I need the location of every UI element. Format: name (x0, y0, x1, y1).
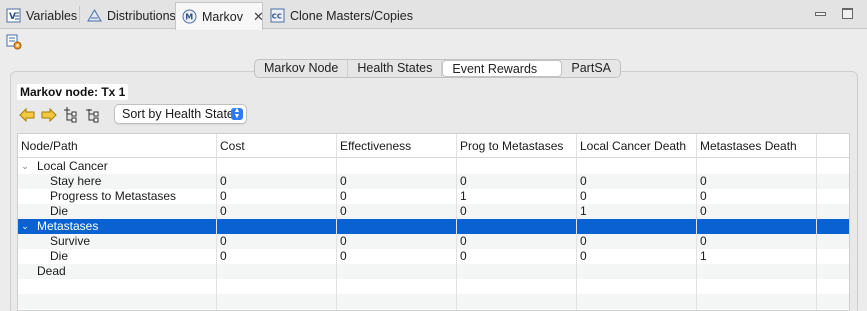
table-row[interactable]: Die 0 0 0 1 0 (18, 204, 849, 219)
tab-label: Variables (26, 8, 78, 23)
chevron-down-icon[interactable]: ⌄ (20, 159, 30, 174)
forward-arrow-icon[interactable] (40, 106, 57, 123)
column-divider (576, 134, 577, 310)
segment-event-rewards[interactable]: Event Rewards (442, 60, 563, 77)
node-path-cell: Die (50, 204, 69, 218)
reward-cell[interactable]: 0 (697, 204, 707, 219)
segment-health-states[interactable]: Health States (348, 60, 443, 77)
tab-label: Distributions (107, 8, 176, 23)
reward-cell[interactable]: 0 (217, 234, 227, 249)
node-path-cell: Dead (37, 264, 66, 278)
column-header[interactable]: Cost (217, 134, 245, 158)
close-icon[interactable]: ✕ (253, 9, 264, 25)
table-row[interactable]: Progress to Metastases 0 0 1 0 0 (18, 189, 849, 204)
reward-cell[interactable]: 0 (577, 189, 587, 204)
tab-variables[interactable]: V Variables (0, 2, 83, 29)
reward-cell[interactable]: 0 (697, 234, 707, 249)
column-divider (696, 134, 697, 310)
column-header[interactable]: Metastases Death (697, 134, 797, 158)
reward-cell[interactable]: 0 (577, 234, 587, 249)
reward-cell[interactable]: 0 (457, 174, 467, 189)
sort-select-value: Sort by Health State (122, 107, 234, 121)
reward-cell[interactable]: 1 (697, 249, 707, 264)
table-row[interactable] (18, 279, 849, 294)
column-divider (816, 134, 817, 310)
column-divider (456, 134, 457, 310)
table-row[interactable]: Dead (18, 264, 849, 279)
view-segmented-control: Markov Node Health States Event Rewards … (254, 59, 621, 78)
settings-icon[interactable] (6, 34, 22, 50)
segment-markov-node[interactable]: Markov Node (255, 60, 349, 77)
column-header[interactable]: Local Cancer Death (577, 134, 686, 158)
chevron-down-icon[interactable]: ⌄ (20, 219, 30, 234)
reward-cell[interactable]: 0 (337, 234, 347, 249)
reward-cell[interactable]: 0 (577, 249, 587, 264)
table-row[interactable] (18, 294, 849, 309)
column-header[interactable]: Effectiveness (337, 134, 411, 158)
node-path-cell: Local Cancer (37, 159, 108, 173)
view-controls (815, 8, 853, 19)
reward-cell[interactable]: 0 (337, 249, 347, 264)
variables-icon: V (6, 8, 21, 23)
node-path-cell: Die (50, 249, 69, 263)
distributions-icon (87, 8, 102, 23)
reward-cell[interactable]: 0 (217, 189, 227, 204)
table-row[interactable]: ⌄ Local Cancer (18, 159, 849, 174)
table-row[interactable]: Survive 0 0 0 0 0 (18, 234, 849, 249)
tab-clone-masters[interactable]: CC Clone Masters/Copies (264, 2, 419, 29)
reward-cell[interactable]: 0 (457, 249, 467, 264)
svg-text:V: V (9, 12, 16, 22)
node-path-cell: Metastases (37, 219, 99, 233)
maximize-icon[interactable] (842, 8, 853, 19)
table-row[interactable]: Stay here 0 0 0 0 0 (18, 174, 849, 189)
back-arrow-icon[interactable] (18, 106, 35, 123)
column-divider (216, 134, 217, 310)
event-rewards-table: Node/Path Cost Effectiveness Prog to Met… (17, 133, 850, 311)
tab-divider (79, 6, 80, 23)
tab-label: Markov (202, 9, 243, 24)
reward-cell[interactable]: 1 (577, 204, 587, 219)
updown-chevron-icon: ▲ ▼ (231, 107, 243, 120)
table-header: Node/Path Cost Effectiveness Prog to Met… (18, 134, 849, 158)
reward-cell[interactable]: 1 (457, 189, 467, 204)
editor-tab-strip: V Variables Distributions M Markov ✕ CC … (0, 0, 867, 30)
node-path-cell: Survive (50, 234, 91, 248)
reward-cell[interactable]: 0 (457, 234, 467, 249)
sort-select[interactable]: Sort by Health State ▲ ▼ (114, 104, 247, 124)
reward-cell[interactable]: 0 (457, 204, 467, 219)
reward-cell[interactable]: 0 (697, 189, 707, 204)
markov-node-title: Markov node: Tx 1 (17, 84, 129, 100)
reward-cell[interactable]: 0 (337, 174, 347, 189)
node-path-cell: Stay here (50, 174, 102, 188)
collapse-tree-icon[interactable] (84, 106, 101, 123)
minimize-icon[interactable] (815, 11, 826, 16)
clone-icon: CC (270, 8, 285, 23)
reward-cell[interactable]: 0 (337, 204, 347, 219)
reward-cell[interactable]: 0 (697, 174, 707, 189)
expand-tree-icon[interactable] (62, 106, 79, 123)
reward-cell[interactable]: 0 (217, 249, 227, 264)
tab-markov[interactable]: M Markov ✕ (175, 2, 264, 30)
reward-cell[interactable]: 0 (217, 204, 227, 219)
column-header[interactable]: Prog to Metastases (457, 134, 563, 158)
table-row[interactable]: Die 0 0 0 0 1 (18, 249, 849, 264)
reward-cell[interactable]: 0 (577, 174, 587, 189)
svg-text:M: M (185, 13, 193, 22)
table-row[interactable]: ⌄ Metastases (18, 219, 849, 234)
segment-partsa[interactable]: PartSA (562, 60, 620, 77)
reward-cell[interactable]: 0 (217, 174, 227, 189)
svg-text:CC: CC (272, 13, 282, 21)
markov-icon: M (182, 9, 197, 24)
tab-label: Clone Masters/Copies (290, 8, 413, 23)
reward-cell[interactable]: 0 (337, 189, 347, 204)
column-divider (336, 134, 337, 310)
column-header[interactable]: Node/Path (18, 134, 78, 158)
node-path-cell: Progress to Metastases (50, 189, 177, 203)
tab-distributions[interactable]: Distributions (81, 2, 182, 29)
